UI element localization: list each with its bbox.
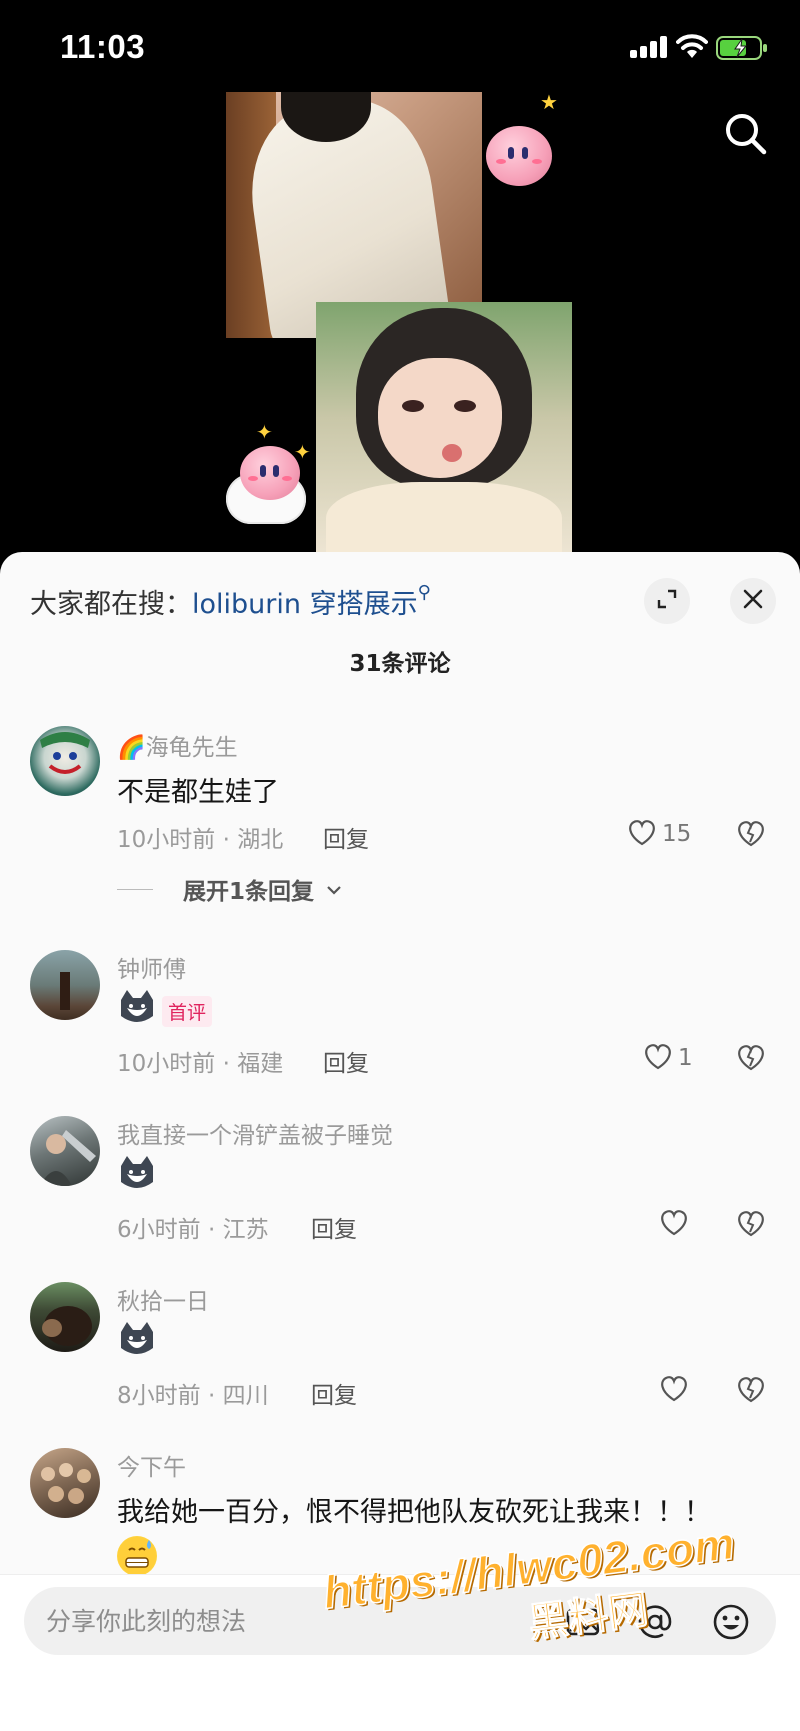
status-time: 11:03 bbox=[60, 28, 146, 65]
avatar[interactable] bbox=[30, 1282, 100, 1352]
reply-button[interactable]: 回复 bbox=[323, 1044, 369, 1078]
comment-time-location: 10小时前 · 福建 bbox=[117, 1051, 284, 1077]
comment-time-location: 10小时前 · 湖北 bbox=[117, 827, 284, 853]
reply-button[interactable]: 回复 bbox=[311, 1210, 357, 1244]
heart-icon bbox=[642, 1041, 674, 1075]
broken-heart-icon[interactable] bbox=[735, 1042, 767, 1074]
like-count: 1 bbox=[678, 1045, 693, 1071]
comment-text: 我给她一百分，恨不得把他队友砍死让我来！！！ bbox=[117, 1497, 711, 1528]
comment-text: 不是都生娃了 bbox=[117, 777, 279, 808]
reply-button[interactable]: 回复 bbox=[311, 1376, 357, 1410]
comment-count: 31条评论 bbox=[349, 651, 451, 677]
expand-icon bbox=[656, 588, 678, 614]
broken-heart-icon[interactable] bbox=[735, 818, 767, 850]
avatar[interactable] bbox=[30, 1116, 100, 1186]
husky-sticker bbox=[117, 1156, 157, 1192]
at-icon[interactable] bbox=[636, 1603, 674, 1641]
like-button[interactable] bbox=[658, 1208, 690, 1240]
comment-input[interactable] bbox=[46, 1587, 526, 1655]
expand-replies-label: 展开1条回复 bbox=[183, 879, 315, 905]
expand-button[interactable] bbox=[644, 578, 690, 624]
like-button[interactable] bbox=[658, 1374, 690, 1406]
like-count: 15 bbox=[662, 821, 692, 847]
comment-input-container bbox=[24, 1587, 776, 1655]
first-comment-badge: 首评 bbox=[162, 996, 213, 1027]
video-photo-bottom bbox=[316, 302, 572, 560]
search-icon[interactable] bbox=[722, 110, 770, 158]
grimace-sweat-emoji bbox=[117, 1536, 157, 1576]
comment-input-bar bbox=[0, 1574, 800, 1731]
hot-search-prefix: 大家都在搜： bbox=[30, 589, 192, 620]
avatar[interactable] bbox=[30, 950, 100, 1020]
comment-time-location: 8小时前 · 四川 bbox=[117, 1383, 269, 1409]
heart-icon bbox=[626, 817, 658, 851]
avatar[interactable] bbox=[30, 1448, 100, 1518]
comment-author[interactable]: 秋拾一日 bbox=[117, 1282, 209, 1316]
heart-icon bbox=[658, 1373, 690, 1407]
kirby-sticker-top bbox=[486, 126, 552, 186]
avatar[interactable] bbox=[30, 726, 100, 796]
like-button[interactable]: 1 bbox=[642, 1042, 693, 1074]
hot-search-keyword[interactable]: loliburin 穿搭展示 bbox=[192, 589, 418, 620]
comment-sheet-header: 大家都在搜：loliburin 穿搭展示⚲ 31条评论 bbox=[0, 552, 800, 677]
hot-search-link[interactable]: 大家都在搜：loliburin 穿搭展示⚲ bbox=[30, 582, 431, 621]
comment-author[interactable]: 我直接一个滑铲盖被子睡觉 bbox=[117, 1116, 393, 1150]
close-icon bbox=[742, 588, 764, 614]
comment-author[interactable]: 🌈海龟先生 bbox=[117, 728, 238, 762]
emoji-icon[interactable] bbox=[712, 1603, 750, 1641]
divider-line bbox=[117, 888, 153, 890]
husky-sticker bbox=[117, 1322, 157, 1358]
chevron-down-icon bbox=[326, 876, 342, 902]
search-small-icon: ⚲ bbox=[417, 582, 431, 603]
like-button[interactable]: 15 bbox=[626, 818, 691, 850]
comment-sheet: 大家都在搜：loliburin 穿搭展示⚲ 31条评论 🌈海龟先生 不是都生娃了… bbox=[0, 552, 800, 1731]
star-sticker: ✦ bbox=[294, 440, 311, 464]
broken-heart-icon[interactable] bbox=[735, 1208, 767, 1240]
battery-icon bbox=[716, 36, 768, 60]
signal-icon bbox=[630, 36, 670, 58]
wifi-icon bbox=[676, 32, 708, 60]
husky-sticker bbox=[117, 990, 157, 1026]
expand-replies-button[interactable]: 展开1条回复 bbox=[117, 872, 342, 906]
comment-author[interactable]: 钟师傅 bbox=[117, 950, 186, 984]
status-bar: 11:03 bbox=[0, 0, 800, 96]
heart-icon bbox=[658, 1207, 690, 1241]
comment-time-location: 6小时前 · 江苏 bbox=[117, 1217, 269, 1243]
close-button[interactable] bbox=[730, 578, 776, 624]
image-icon[interactable] bbox=[564, 1603, 602, 1641]
broken-heart-icon[interactable] bbox=[735, 1374, 767, 1406]
comment-author[interactable]: 今下午 bbox=[117, 1448, 186, 1482]
kirby-sticker-bottom bbox=[240, 446, 300, 500]
star-sticker: ✦ bbox=[256, 420, 273, 444]
reply-button[interactable]: 回复 bbox=[323, 820, 369, 854]
